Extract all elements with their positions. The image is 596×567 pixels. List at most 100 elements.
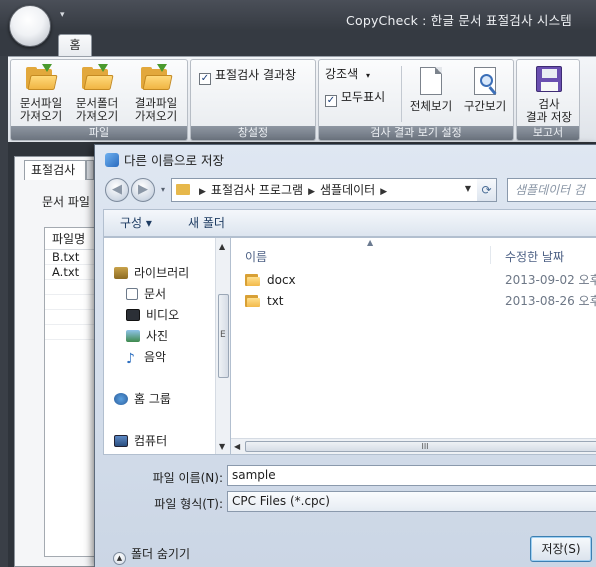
checkbox-checked-icon[interactable]: ✓ xyxy=(325,95,337,107)
computer-icon xyxy=(114,435,128,447)
nav-item-label: 비디오 xyxy=(146,308,180,322)
folder-open-icon xyxy=(141,64,173,91)
folder-open-icon xyxy=(82,64,114,91)
nav-pane-scrollbar[interactable]: ▲ E ▼ xyxy=(215,238,230,454)
full-view-button[interactable]: 전체보기 xyxy=(405,63,457,113)
nav-item-label: 사진 xyxy=(146,329,169,343)
tab-plagiarism-check[interactable]: 표절검사 xyxy=(24,160,86,180)
chevron-up-icon: ▲ xyxy=(113,552,126,565)
sort-ascending-icon: ▲ xyxy=(367,238,374,247)
filetype-label: 파일 형식(T): xyxy=(154,497,223,511)
folder-icon xyxy=(245,273,260,286)
tab-secondary[interactable] xyxy=(86,160,94,180)
back-button[interactable]: ◀ xyxy=(105,178,129,202)
address-dropdown-icon[interactable]: ▼ xyxy=(461,178,475,200)
chevron-down-icon: ▾ xyxy=(365,71,370,80)
navigation-pane[interactable]: 라이브러리 문서 비디오 사진 ♪ 음악 홈 그룹 컴퓨터 ▲ E ▼ xyxy=(103,237,230,455)
group-label: 보고서 xyxy=(517,126,579,140)
address-bar[interactable]: ▶ 표절검사 프로그램 ▶ 샘플데이터 ▶ xyxy=(171,178,497,202)
file-date: 2013-09-02 오후 xyxy=(505,273,596,287)
ribbon-group-view-settings: 강조색 ▾ ✓ 모두표시 전체보기 구간보기 검사 결과 보기 설정 xyxy=(318,59,514,141)
import-document-file-button[interactable]: 문서파일 가져오기 xyxy=(13,63,69,123)
scroll-grip: III xyxy=(421,442,429,451)
checkbox-checked-icon[interactable]: ✓ xyxy=(199,73,211,85)
nav-item-pictures[interactable]: 사진 xyxy=(126,327,168,344)
ribbon-group-file: 문서파일 가져오기 문서폴더 가져오기 결과파일 가져오기 파일 xyxy=(10,59,188,141)
folder-icon xyxy=(245,294,260,307)
application-menu-button[interactable] xyxy=(9,5,51,47)
save-as-dialog: 다른 이름으로 저장 ◀ ▶ ▾ ▶ 표절검사 프로그램 ▶ 샘플데이터 ▶ ▼ ⟳ 샘… xyxy=(94,144,596,567)
dialog-title-text: 다른 이름으로 저장 xyxy=(124,153,224,168)
file-row[interactable]: docx 2013-09-02 오후 xyxy=(245,270,596,290)
result-window-checkbox[interactable]: ✓ 표절검사 결과창 xyxy=(199,66,296,85)
library-icon xyxy=(114,267,128,279)
file-list-pane[interactable]: 이름 ▲ 수정한 날짜 docx 2013-09-02 오후 txt 2013-… xyxy=(230,237,596,455)
button-label: 가져오기 xyxy=(134,109,178,123)
button-label: 결과 저장 xyxy=(526,110,572,124)
tab-home[interactable]: 홈 xyxy=(58,34,92,56)
scroll-down-icon[interactable]: ▼ xyxy=(219,442,225,451)
show-all-checkbox[interactable]: ✓ 모두표시 xyxy=(325,88,385,107)
group-label: 파일 xyxy=(11,126,187,140)
nav-item-documents[interactable]: 문서 xyxy=(126,285,166,302)
pictures-icon xyxy=(126,330,140,342)
column-header-name[interactable]: 이름 xyxy=(245,248,267,265)
scroll-up-icon[interactable]: ▲ xyxy=(219,242,225,251)
dialog-navigation-bar: ◀ ▶ ▾ ▶ 표절검사 프로그램 ▶ 샘플데이터 ▶ ▼ ⟳ 샘플데이터 검 xyxy=(103,175,596,203)
button-label: 전체보기 xyxy=(409,99,453,113)
document-icon xyxy=(420,67,442,95)
organize-button[interactable]: 구성 ▾ xyxy=(120,210,152,236)
column-divider[interactable] xyxy=(490,246,491,264)
new-folder-button[interactable]: 새 폴더 xyxy=(188,210,225,236)
breadcrumb-separator-icon[interactable]: ▶ xyxy=(199,187,206,197)
ribbon-group-report: 검사 결과 저장 보고서 xyxy=(516,59,580,141)
breadcrumb-item[interactable]: 샘플데이터 xyxy=(320,183,375,197)
nav-item-computer[interactable]: 컴퓨터 xyxy=(114,432,167,449)
file-name: txt xyxy=(267,294,284,308)
nav-item-videos[interactable]: 비디오 xyxy=(126,306,179,323)
import-document-folder-button[interactable]: 문서폴더 가져오기 xyxy=(69,63,125,123)
breadcrumb-separator-icon[interactable]: ▶ xyxy=(380,187,387,197)
forward-button[interactable]: ▶ xyxy=(131,178,155,202)
nav-item-music[interactable]: ♪ 음악 xyxy=(126,348,167,367)
hide-folders-toggle[interactable]: ▲ 폴더 숨기기 xyxy=(113,545,190,565)
filename-input[interactable]: sample xyxy=(227,465,596,486)
refresh-button[interactable]: ⟳ xyxy=(477,178,497,202)
documents-icon xyxy=(126,288,138,300)
horizontal-scrollbar[interactable]: ◀ III xyxy=(231,438,596,454)
music-icon: ♪ xyxy=(126,351,135,367)
window-title: CopyCheck : 한글 문서 표절검사 시스템 xyxy=(346,13,572,28)
checkbox-label: 모두표시 xyxy=(341,90,386,104)
filename-label: 파일 이름(N): xyxy=(152,471,223,485)
dialog-title: 다른 이름으로 저장 xyxy=(105,150,224,169)
file-row[interactable]: txt 2013-08-26 오후 xyxy=(245,291,596,311)
save-result-button[interactable]: 검사 결과 저장 xyxy=(519,63,579,124)
nav-item-label: 홈 그룹 xyxy=(134,392,171,406)
scroll-left-icon[interactable]: ◀ xyxy=(234,442,240,451)
scrollbar-thumb[interactable]: III xyxy=(245,441,596,452)
recent-locations-dropdown-icon[interactable]: ▾ xyxy=(161,185,165,194)
column-header-date-modified[interactable]: 수정한 날짜 xyxy=(505,248,564,265)
breadcrumb-separator-icon[interactable]: ▶ xyxy=(308,187,315,197)
breadcrumb-item[interactable]: 표절검사 프로그램 xyxy=(211,183,303,197)
group-label: 창설정 xyxy=(191,126,315,140)
section-view-button[interactable]: 구간보기 xyxy=(459,63,511,113)
save-button[interactable]: 저장(S) xyxy=(530,536,592,562)
folder-icon xyxy=(176,184,190,195)
file-name: docx xyxy=(267,273,296,287)
nav-item-label: 문서 xyxy=(144,287,167,301)
nav-item-homegroup[interactable]: 홈 그룹 xyxy=(114,390,171,407)
dropdown-label: 강조색 xyxy=(325,67,359,81)
scroll-grip-mark: E xyxy=(220,330,226,340)
save-disk-icon xyxy=(536,66,562,92)
nav-item-library[interactable]: 라이브러리 xyxy=(114,264,189,281)
search-input[interactable]: 샘플데이터 검 xyxy=(507,178,596,202)
import-result-file-button[interactable]: 결과파일 가져오기 xyxy=(127,63,185,123)
group-divider xyxy=(401,66,402,122)
filetype-select[interactable]: CPC Files (*.cpc) xyxy=(227,491,596,512)
highlight-color-dropdown[interactable]: 강조색 ▾ xyxy=(325,65,370,82)
nav-item-label: 음악 xyxy=(144,350,167,364)
quick-access-dropdown-icon[interactable]: ▾ xyxy=(60,10,65,20)
button-label: 가져오기 xyxy=(75,109,119,123)
group-label: 검사 결과 보기 설정 xyxy=(319,126,513,140)
